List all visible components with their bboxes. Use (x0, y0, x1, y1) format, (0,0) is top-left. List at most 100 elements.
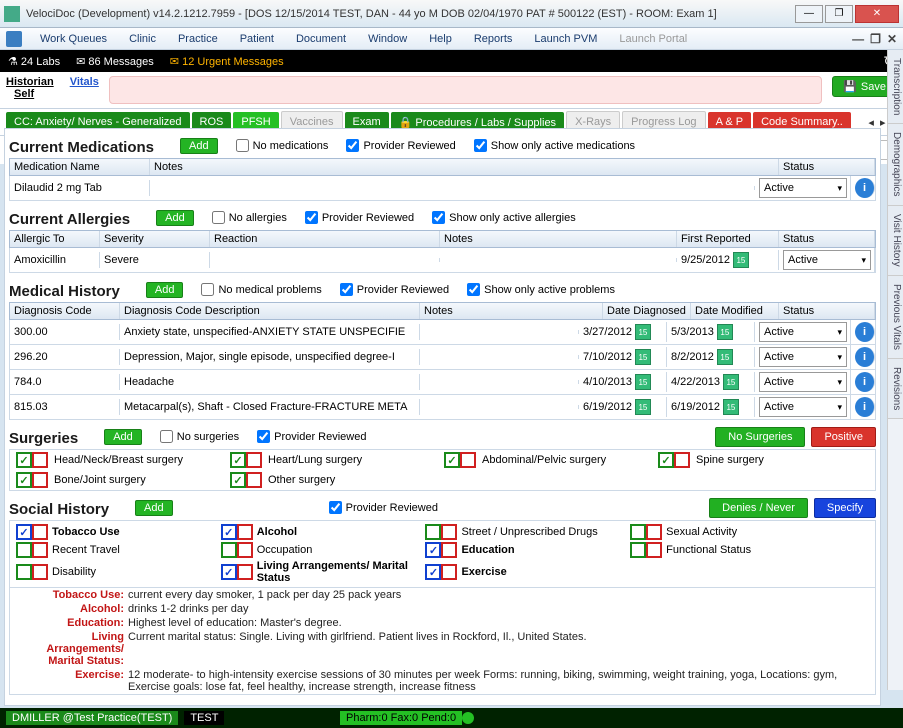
show-active-meds-checkbox[interactable]: Show only active medications (474, 139, 635, 152)
col-date-diagnosed[interactable]: Date Diagnosed (603, 303, 691, 319)
surgery-toggle[interactable] (658, 452, 690, 468)
date-modified[interactable]: 8/2/2012 (671, 351, 714, 363)
table-row[interactable]: 296.20 Depression, Major, single episode… (9, 345, 876, 370)
date-modified[interactable]: 6/19/2012 (671, 401, 720, 413)
col-dx-notes[interactable]: Notes (420, 303, 603, 319)
vitals-link[interactable]: Vitals (70, 76, 99, 88)
self-link[interactable]: Self (14, 88, 54, 100)
col-allergy-notes[interactable]: Notes (440, 231, 677, 247)
dx-status-dropdown[interactable]: Active (759, 397, 847, 417)
calendar-icon[interactable] (717, 349, 733, 365)
col-dx-desc[interactable]: Diagnosis Code Description (120, 303, 420, 319)
no-allergies-checkbox[interactable]: No allergies (212, 211, 287, 224)
add-allergy-button[interactable]: Add (156, 210, 194, 226)
mdi-restore-icon[interactable]: ❐ (870, 32, 881, 46)
menu-work-queues[interactable]: Work Queues (30, 31, 117, 47)
date-diagnosed[interactable]: 4/10/2013 (583, 376, 632, 388)
surgery-toggle[interactable] (16, 472, 48, 488)
calendar-icon[interactable] (635, 324, 651, 340)
specify-button[interactable]: Specify (814, 498, 876, 518)
social-toggle[interactable] (221, 564, 253, 580)
allergies-provider-reviewed-checkbox[interactable]: Provider Reviewed (305, 211, 414, 224)
history-provider-reviewed-checkbox[interactable]: Provider Reviewed (340, 283, 449, 296)
calendar-icon[interactable] (635, 374, 651, 390)
social-toggle[interactable] (425, 564, 457, 580)
denies-never-button[interactable]: Denies / Never (709, 498, 808, 518)
messages-link[interactable]: ✉ 86 Messages (76, 55, 154, 68)
info-icon[interactable]: i (855, 347, 875, 367)
col-reaction[interactable]: Reaction (210, 231, 440, 247)
col-med-name[interactable]: Medication Name (10, 159, 150, 175)
info-icon[interactable]: i (855, 178, 875, 198)
col-allergy-status[interactable]: Status (779, 231, 875, 247)
col-med-notes[interactable]: Notes (150, 159, 779, 175)
close-button[interactable]: ✕ (855, 5, 899, 23)
social-toggle[interactable] (630, 542, 662, 558)
mdi-close-icon[interactable]: ✕ (887, 32, 897, 46)
menu-reports[interactable]: Reports (464, 31, 523, 47)
col-dx-status[interactable]: Status (779, 303, 875, 319)
med-status-dropdown[interactable]: Active (759, 178, 847, 198)
table-row[interactable]: 784.0 Headache 4/10/2013 4/22/2013 Activ… (9, 370, 876, 395)
sidetab-revisions[interactable]: Revisions (888, 359, 903, 419)
meds-provider-reviewed-checkbox[interactable]: Provider Reviewed (346, 139, 455, 152)
menu-clinic[interactable]: Clinic (119, 31, 166, 47)
col-severity[interactable]: Severity (100, 231, 210, 247)
labs-link[interactable]: ⚗ 24 Labs (8, 55, 60, 68)
sidetab-transcription[interactable]: Transcription (888, 50, 903, 124)
tabs-prev-icon[interactable]: ◂ (868, 116, 874, 129)
date-diagnosed[interactable]: 6/19/2012 (583, 401, 632, 413)
maximize-button[interactable]: ❐ (825, 5, 853, 23)
no-surgeries-button[interactable]: No Surgeries (715, 427, 805, 447)
mdi-minimize-icon[interactable]: — (852, 32, 864, 46)
dx-status-dropdown[interactable]: Active (759, 372, 847, 392)
date-diagnosed[interactable]: 7/10/2012 (583, 351, 632, 363)
surgery-toggle[interactable] (16, 452, 48, 468)
col-dx-code[interactable]: Diagnosis Code (10, 303, 120, 319)
surgery-toggle[interactable] (230, 472, 262, 488)
urgent-messages-link[interactable]: ✉ 12 Urgent Messages (170, 55, 284, 68)
social-toggle[interactable] (630, 524, 662, 540)
sidetab-visit-history[interactable]: Visit History (888, 206, 903, 276)
menu-document[interactable]: Document (286, 31, 356, 47)
social-toggle[interactable] (425, 542, 457, 558)
info-icon[interactable]: i (855, 397, 875, 417)
date-modified[interactable]: 4/22/2013 (671, 376, 720, 388)
social-toggle[interactable] (16, 542, 48, 558)
calendar-icon[interactable] (717, 324, 733, 340)
calendar-icon[interactable] (723, 399, 739, 415)
surgeries-provider-reviewed-checkbox[interactable]: Provider Reviewed (257, 430, 366, 443)
menu-practice[interactable]: Practice (168, 31, 228, 47)
no-problems-checkbox[interactable]: No medical problems (201, 283, 321, 296)
calendar-icon[interactable] (635, 399, 651, 415)
positive-button[interactable]: Positive (811, 427, 876, 447)
sidetab-demographics[interactable]: Demographics (888, 124, 903, 205)
social-toggle[interactable] (425, 524, 457, 540)
col-date-modified[interactable]: Date Modified (691, 303, 779, 319)
surgery-toggle[interactable] (444, 452, 476, 468)
calendar-icon[interactable] (635, 349, 651, 365)
table-row[interactable]: Dilaudid 2 mg Tab Active i (9, 176, 876, 201)
tabs-next-icon[interactable]: ▸ (880, 116, 886, 129)
add-social-button[interactable]: Add (135, 500, 173, 516)
table-row[interactable]: 300.00 Anxiety state, unspecified-ANXIET… (9, 320, 876, 345)
col-allergic-to[interactable]: Allergic To (10, 231, 100, 247)
dx-status-dropdown[interactable]: Active (759, 347, 847, 367)
social-provider-reviewed-checkbox[interactable]: Provider Reviewed (329, 501, 438, 514)
show-active-allergies-checkbox[interactable]: Show only active allergies (432, 211, 576, 224)
calendar-icon[interactable] (723, 374, 739, 390)
date-modified[interactable]: 5/3/2013 (671, 326, 714, 338)
add-surgery-button[interactable]: Add (104, 429, 142, 445)
no-medications-checkbox[interactable]: No medications (236, 139, 329, 152)
col-med-status[interactable]: Status (779, 159, 875, 175)
social-toggle[interactable] (16, 524, 48, 540)
social-toggle[interactable] (221, 524, 253, 540)
minimize-button[interactable]: — (795, 5, 823, 23)
table-row[interactable]: Amoxicillin Severe 9/25/2012 Active (9, 248, 876, 273)
menu-help[interactable]: Help (419, 31, 462, 47)
surgery-toggle[interactable] (230, 452, 262, 468)
no-surgeries-checkbox[interactable]: No surgeries (160, 430, 239, 443)
allergy-status-dropdown[interactable]: Active (783, 250, 871, 270)
add-medication-button[interactable]: Add (180, 138, 218, 154)
table-row[interactable]: 815.03 Metacarpal(s), Shaft - Closed Fra… (9, 395, 876, 420)
